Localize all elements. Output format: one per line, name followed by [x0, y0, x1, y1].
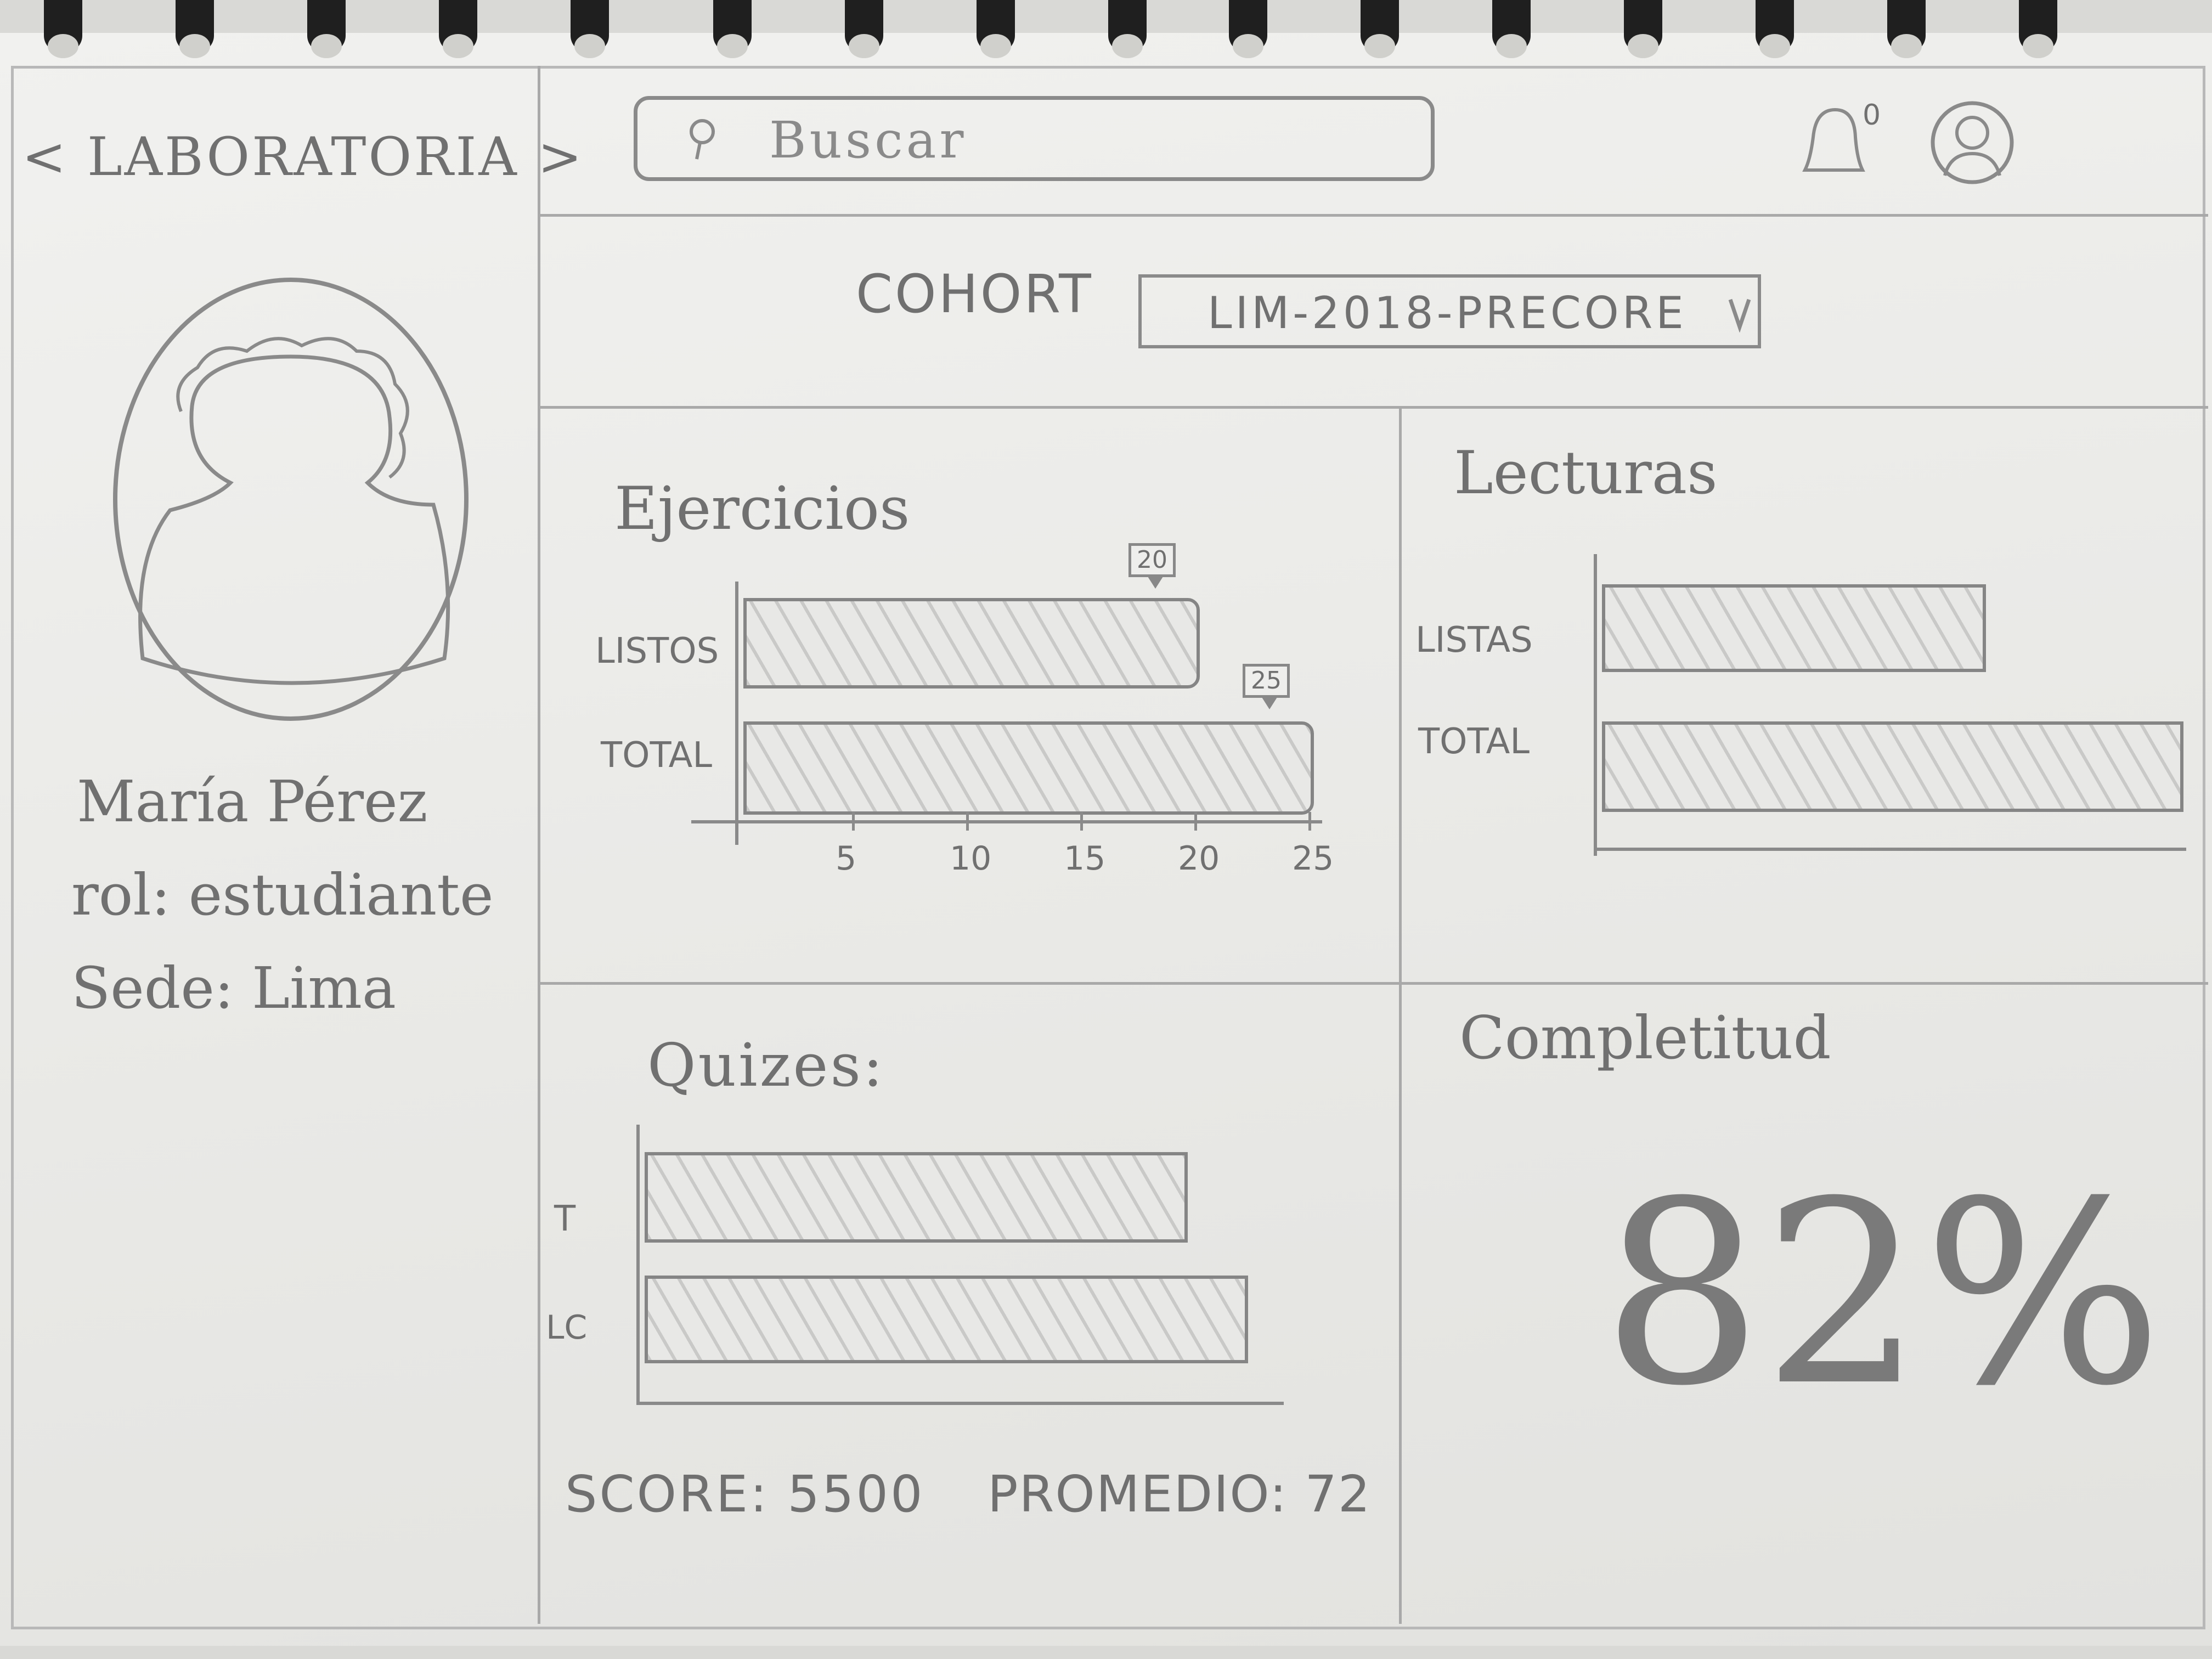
ejercicios-tick: [1194, 812, 1197, 831]
lecturas-y-axis: [1594, 554, 1597, 856]
user-account-icon[interactable]: [1928, 99, 2016, 187]
column-divider: [1399, 409, 1402, 1624]
cohort-divider: [540, 406, 2208, 409]
ejercicios-x-axis: [691, 820, 1322, 823]
search-input[interactable]: Buscar: [634, 96, 1435, 181]
ejercicios-title: Ejercicios: [614, 475, 910, 543]
sidebar-divider: [538, 66, 540, 1624]
avatar: [104, 274, 477, 724]
ejercicios-label-listos: LISTOS: [595, 631, 719, 672]
lecturas-title: Lecturas: [1454, 439, 1718, 507]
cohort-select[interactable]: LIM-2018-PRECORE: [1138, 274, 1761, 348]
ejercicios-tick: [1308, 812, 1311, 831]
ejercicios-tick: [852, 812, 855, 831]
quizes-label-lc: LC: [546, 1308, 588, 1347]
lecturas-x-axis: [1594, 848, 2186, 851]
quizes-promedio: PROMEDIO: 72: [988, 1465, 1372, 1523]
quizes-score: SCORE: 5500: [565, 1465, 925, 1523]
ejercicios-bar-total: [743, 721, 1314, 815]
quizes-y-axis: [636, 1125, 640, 1404]
quizes-title: Quizes:: [647, 1031, 885, 1100]
search-placeholder: Buscar: [769, 111, 967, 170]
completitud-title: Completitud: [1459, 1004, 1831, 1073]
logo[interactable]: < LABORATORIA >: [22, 126, 584, 188]
quizes-bar-lc: [645, 1276, 1248, 1363]
ejercicios-tick-label: 15: [1064, 839, 1106, 878]
ejercicios-y-axis: [735, 582, 738, 845]
ejercicios-tick-label: 20: [1178, 839, 1220, 878]
spiral-binding: [0, 0, 2212, 60]
ejercicios-tick: [966, 812, 969, 831]
completitud-value: 82%: [1602, 1148, 2163, 1441]
user-role: rol: estudiante: [71, 861, 494, 928]
lecturas-bar-listas: [1602, 584, 1986, 672]
ejercicios-label-total: TOTAL: [601, 735, 713, 776]
ejercicios-callout-listos: 20: [1128, 543, 1176, 589]
user-name: María Pérez: [77, 768, 428, 835]
quizes-bar-t: [645, 1152, 1188, 1243]
search-icon: [687, 117, 720, 160]
user-sede: Sede: Lima: [71, 955, 396, 1022]
ejercicios-tick: [1080, 812, 1083, 831]
quizes-label-t: T: [554, 1199, 576, 1239]
lecturas-label-listas: LISTAS: [1415, 620, 1533, 661]
notification-count: 0: [1863, 99, 1881, 132]
lecturas-bar-total: [1602, 721, 2183, 812]
cohort-selected-value: LIM-2018-PRECORE: [1207, 287, 1687, 338]
cohort-label: COHORT: [856, 263, 1093, 325]
ejercicios-tick-label: 10: [950, 839, 992, 878]
quizes-x-axis: [636, 1402, 1284, 1405]
lecturas-label-total: TOTAL: [1418, 721, 1530, 762]
chevron-down-icon: [1726, 294, 1753, 333]
topbar-divider: [540, 214, 2208, 217]
bell-icon[interactable]: [1794, 99, 1865, 181]
row-divider: [540, 982, 2208, 985]
ejercicios-tick-label: 25: [1292, 839, 1334, 878]
ejercicios-bar-listos: [743, 598, 1200, 689]
ejercicios-tick-label: 5: [836, 839, 857, 878]
ejercicios-callout-total: 25: [1243, 664, 1290, 709]
